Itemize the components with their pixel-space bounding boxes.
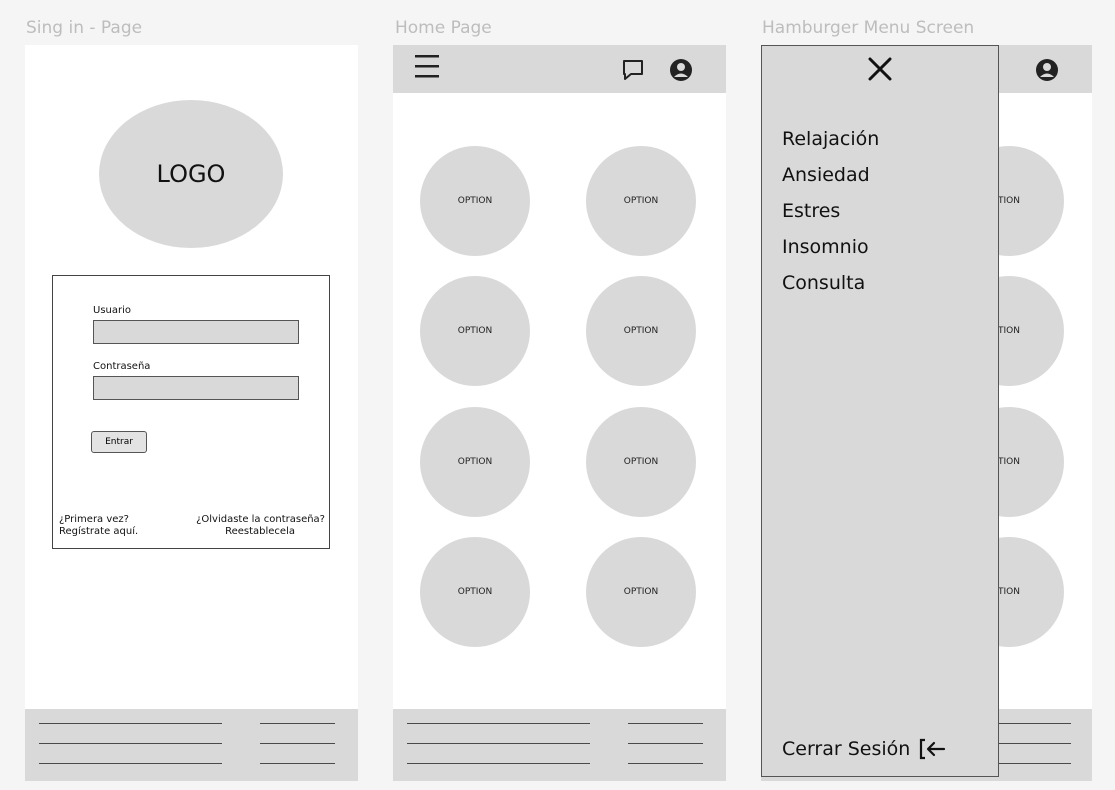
footer — [25, 709, 358, 781]
forgot-line-1: ¿Olvidaste la contraseña? — [196, 514, 325, 525]
menu-item-insomnio[interactable]: Insomnio — [782, 236, 869, 258]
menu-item-estres[interactable]: Estres — [782, 200, 840, 222]
logout-icon — [920, 738, 946, 760]
signin-screen: LOGO Usuario Contraseña Entrar ¿Primera … — [25, 45, 358, 781]
password-label: Contraseña — [93, 361, 151, 372]
forgot-password-link[interactable]: ¿Olvidaste la contraseña? Reestablecela — [196, 514, 325, 538]
option-button[interactable]: OPTION — [420, 276, 530, 386]
logo: LOGO — [99, 100, 283, 248]
menu-item-consulta[interactable]: Consulta — [782, 272, 865, 294]
option-button[interactable]: OPTION — [420, 537, 530, 647]
option-button[interactable]: OPTION — [420, 146, 530, 256]
footer — [393, 709, 726, 781]
hamburger-drawer: Relajación Ansiedad Estres Insomnio Cons… — [761, 45, 999, 777]
logout-button[interactable]: Cerrar Sesión — [782, 738, 946, 760]
profile-icon[interactable] — [1035, 58, 1059, 82]
login-form: Usuario Contraseña Entrar ¿Primera vez? … — [52, 275, 330, 549]
logout-label: Cerrar Sesión — [782, 738, 911, 760]
option-button[interactable]: OPTION — [586, 146, 696, 256]
menu-screen-title: Hamburger Menu Screen — [762, 18, 975, 38]
username-label: Usuario — [93, 305, 132, 316]
username-input[interactable] — [93, 320, 299, 344]
top-bar — [393, 45, 726, 93]
register-line-2: Regístrate aquí. — [59, 526, 139, 537]
signin-screen-title: Sing in - Page — [26, 18, 143, 38]
close-icon[interactable] — [867, 56, 893, 82]
menu-item-ansiedad[interactable]: Ansiedad — [782, 164, 870, 186]
enter-button[interactable]: Entrar — [91, 431, 147, 453]
option-button[interactable]: OPTION — [586, 407, 696, 517]
hamburger-icon[interactable] — [415, 52, 439, 80]
menu-item-relajacion[interactable]: Relajación — [782, 128, 879, 150]
profile-icon[interactable] — [669, 58, 693, 82]
home-screen: OPTION OPTION OPTION OPTION OPTION OPTIO… — [393, 45, 726, 781]
option-button[interactable]: OPTION — [586, 537, 696, 647]
register-link[interactable]: ¿Primera vez? Regístrate aquí. — [59, 514, 138, 538]
register-line-1: ¿Primera vez? — [59, 514, 129, 525]
option-button[interactable]: OPTION — [586, 276, 696, 386]
chat-icon[interactable] — [622, 59, 644, 81]
home-screen-title: Home Page — [395, 18, 492, 38]
password-input[interactable] — [93, 376, 299, 400]
forgot-line-2: Reestablecela — [225, 526, 295, 537]
option-button[interactable]: OPTION — [420, 407, 530, 517]
